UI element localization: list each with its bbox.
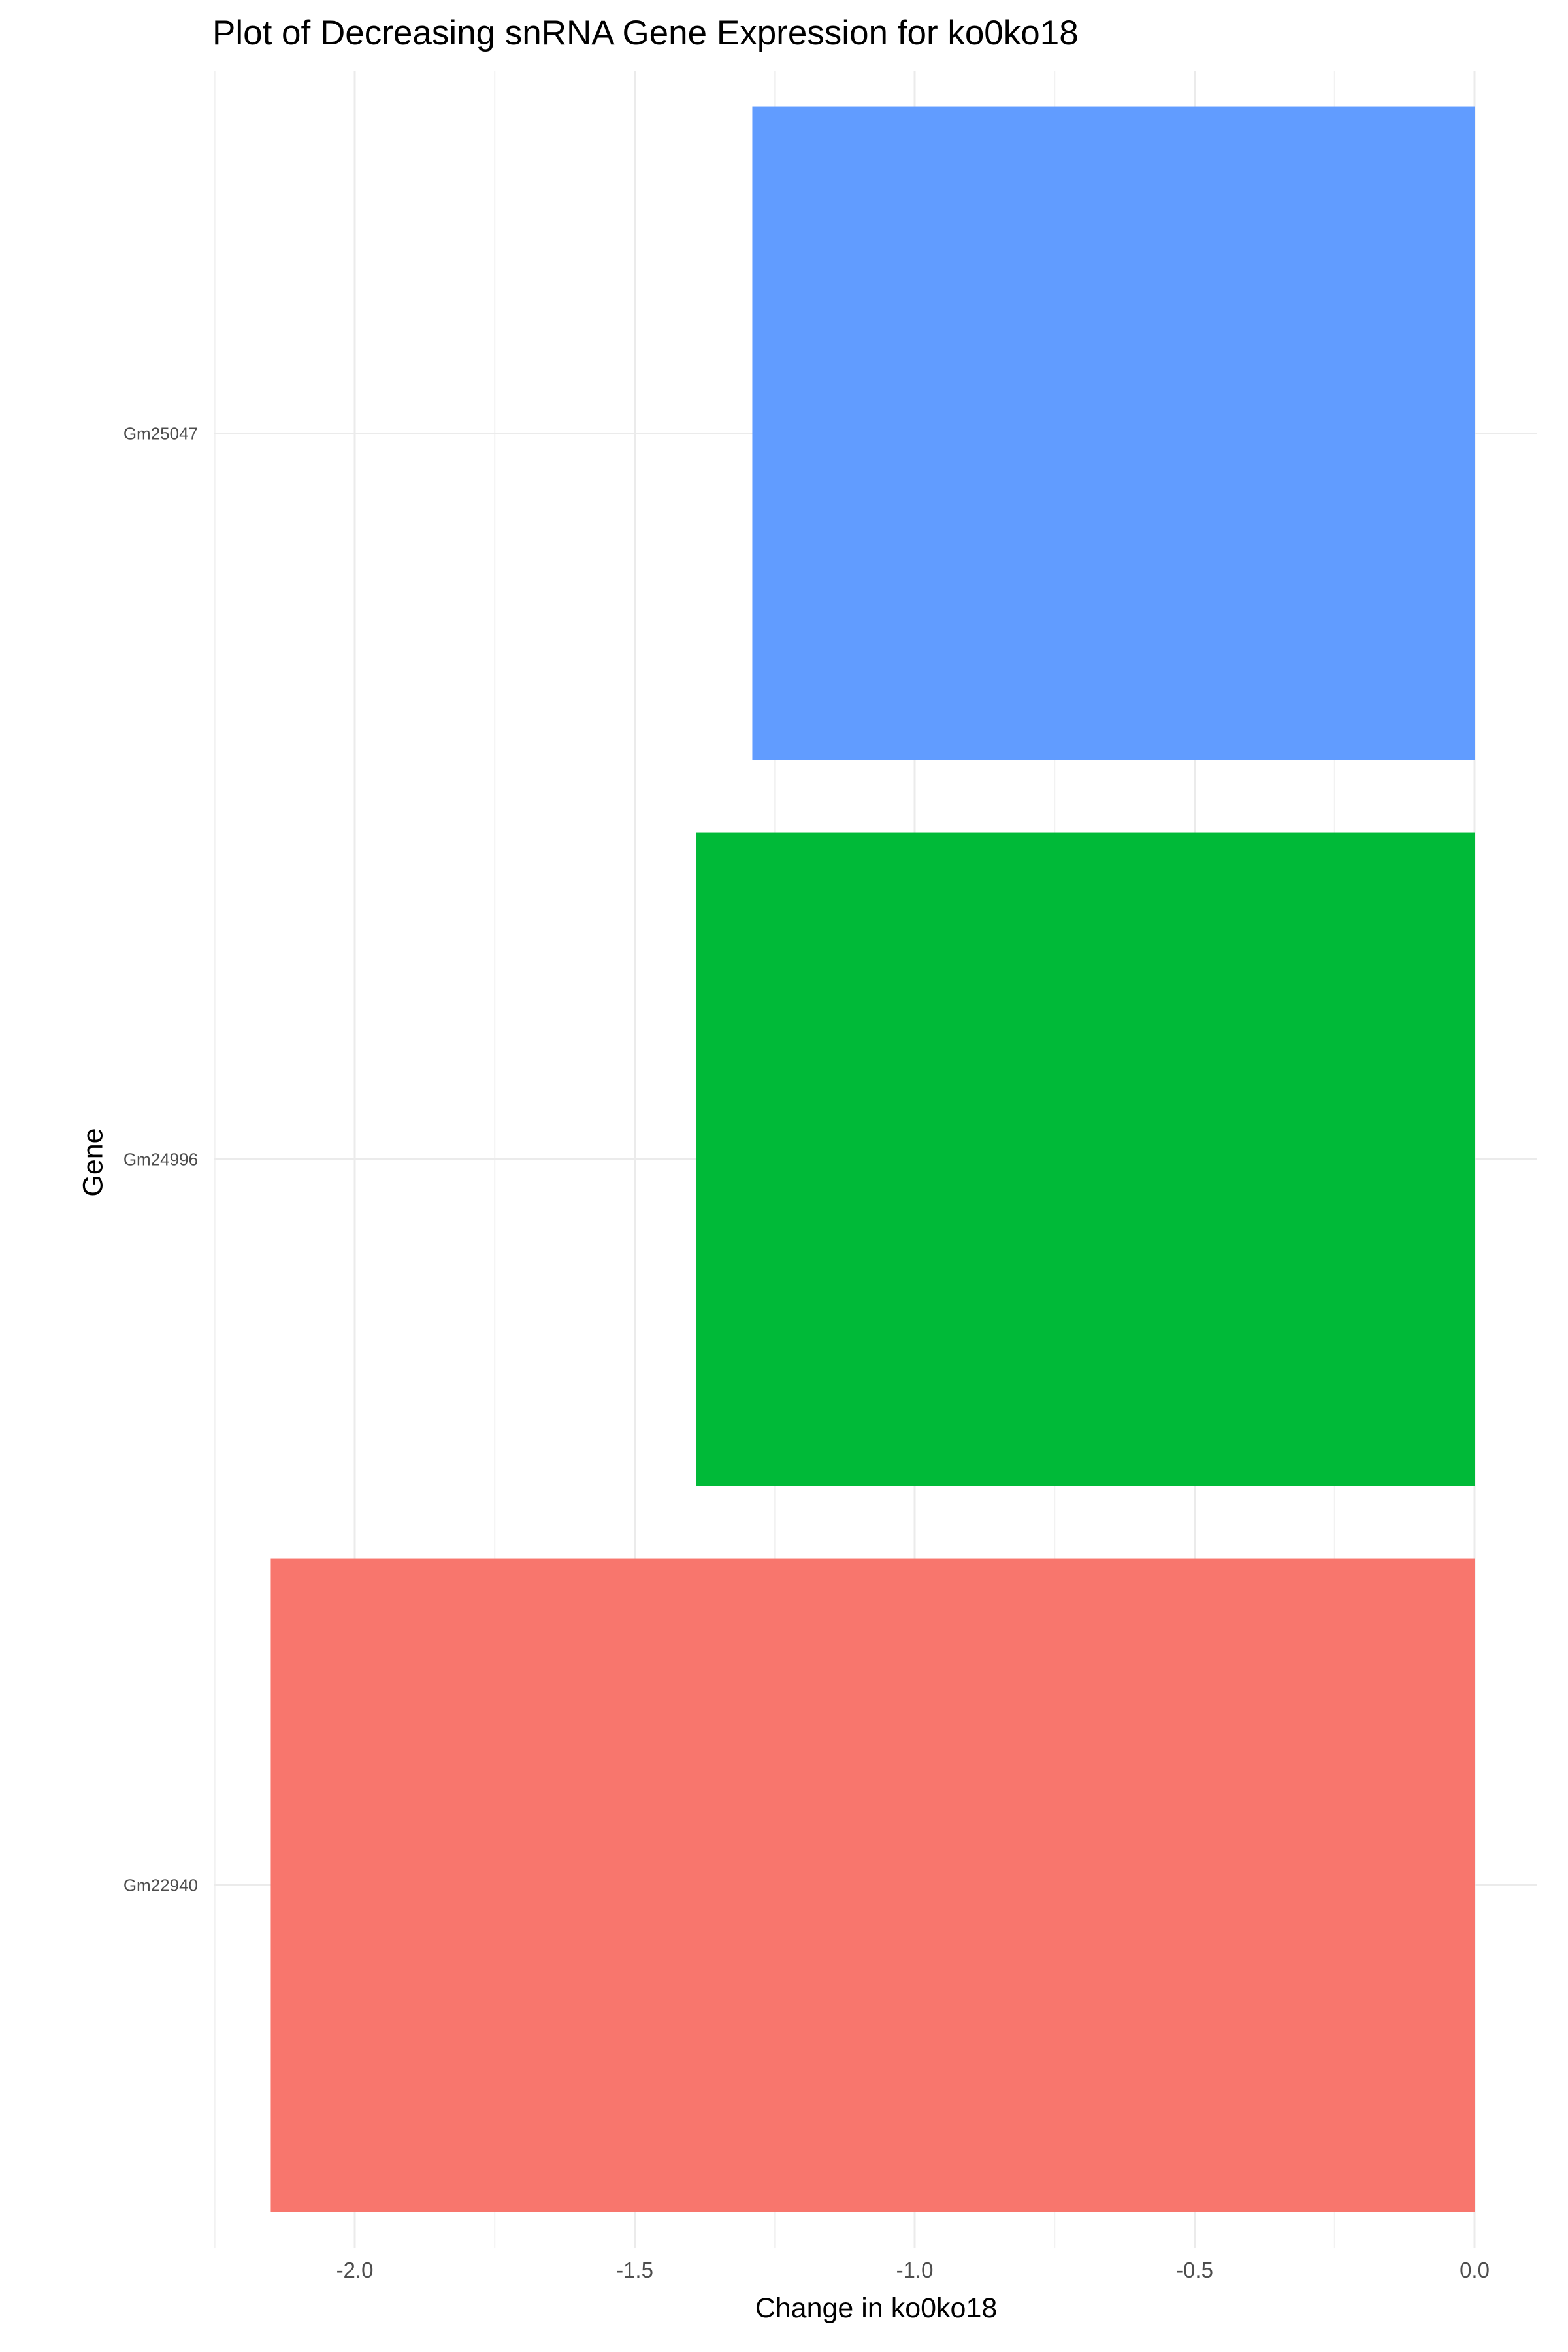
- x-tick-label: -1.0: [896, 2258, 934, 2282]
- y-tick-label: Gm24996: [123, 1150, 198, 1169]
- bar-gm25047: [752, 106, 1475, 760]
- bar-gm24996: [696, 832, 1475, 1486]
- y-tick-label: Gm22940: [123, 1876, 198, 1895]
- x-tick-label: -0.5: [1176, 2258, 1213, 2282]
- chart-plot: -2.0 -1.5 -1.0 -0.5 0.0 Gm22940 Gm24996 Gm25047: [123, 71, 1537, 2282]
- x-tick-label: -2.0: [336, 2258, 374, 2282]
- x-axis-label: Change in ko0ko18: [755, 2293, 998, 2324]
- y-tick-label: Gm25047: [123, 424, 198, 444]
- x-tick-label: -1.5: [616, 2258, 653, 2282]
- y-axis-label: Gene: [77, 1128, 109, 1197]
- bar-gm22940: [270, 1558, 1475, 2212]
- chart: Plot of Decreasing snRNA Gene Expression…: [0, 0, 1568, 2352]
- x-tick-label: 0.0: [1460, 2258, 1490, 2282]
